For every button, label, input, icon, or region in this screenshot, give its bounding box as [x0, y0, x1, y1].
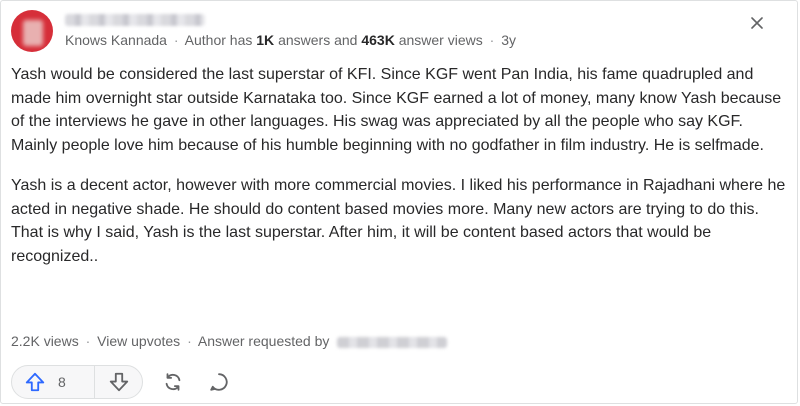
view-upvotes-link[interactable]: View upvotes [97, 333, 180, 349]
author-credentials: Knows Kannada · Author has 1K answers an… [65, 32, 516, 48]
answer-age[interactable]: 3y [501, 32, 516, 48]
vote-group: 8 [11, 365, 143, 399]
author-name-redacted[interactable] [65, 14, 205, 26]
answer-body: Yash would be considered the last supers… [11, 63, 791, 285]
close-button[interactable] [747, 14, 767, 34]
answer-paragraph: Yash is a decent actor, however with mor… [11, 177, 786, 265]
answer-paragraph: Yash would be considered the last supers… [11, 66, 782, 154]
credential-text[interactable]: Knows Kannada [65, 32, 167, 48]
upvote-arrow-icon [25, 372, 45, 392]
answer-meta: 2.2K views · View upvotes · Answer reque… [11, 333, 448, 349]
comment-icon [210, 373, 228, 391]
answer-card: Knows Kannada · Author has 1K answers an… [0, 0, 798, 404]
views-count: 463K [361, 32, 395, 48]
comment-button[interactable] [205, 368, 233, 396]
avatar[interactable] [11, 10, 53, 52]
downvote-button[interactable] [95, 366, 142, 398]
close-icon [751, 17, 763, 29]
requester-name-redacted[interactable] [337, 336, 448, 348]
downvote-arrow-icon [109, 372, 128, 392]
upvote-count: 8 [58, 374, 66, 390]
answers-count: 1K [256, 32, 275, 48]
upvote-button[interactable]: 8 [12, 366, 94, 398]
views-count-text[interactable]: 2.2K views [11, 333, 79, 349]
share-icon [165, 373, 181, 391]
answer-requested-text: Answer requested by [197, 333, 330, 349]
answer-header: Knows Kannada · Author has 1K answers an… [11, 8, 771, 52]
share-button[interactable] [159, 368, 187, 396]
